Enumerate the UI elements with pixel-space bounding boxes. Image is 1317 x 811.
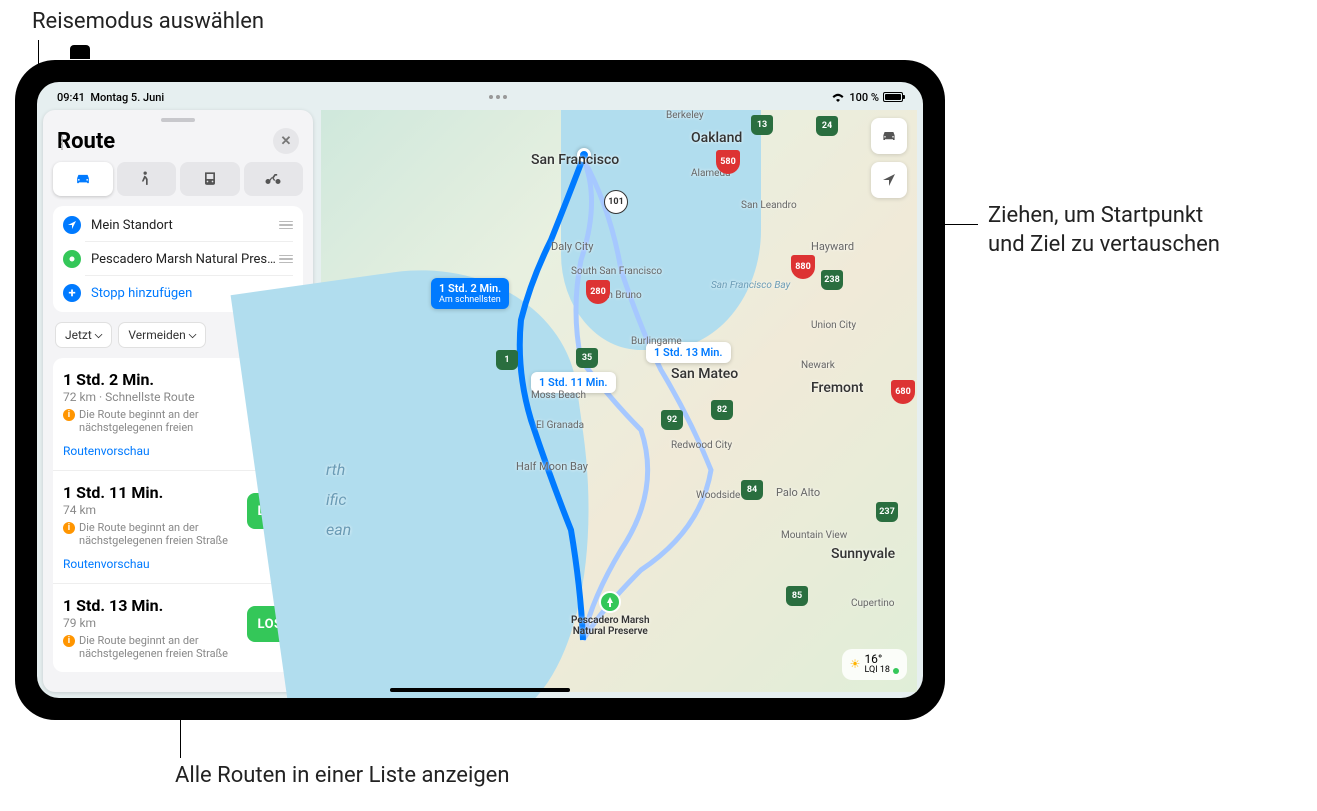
destination-pin-icon [599,591,621,613]
shield-i880: 880 [791,255,815,279]
destination-label: Pescadero Marsh Natural Preserve [571,615,650,637]
map-label-southsf: South San Francisco [571,266,662,277]
weather-widget[interactable]: ☀ 16° LQI 18 [842,649,907,680]
air-quality: LQI 18 [864,666,899,676]
callout-list: Alle Routen in einer Liste anzeigen [175,762,510,791]
ipad-frame: 09:41 Montag 5. Juni 100 % Route ✕ [15,60,945,720]
route-badge-primary[interactable]: 1 Std. 2 Min. Am schnellsten [431,278,509,309]
shield-us101: 101 [604,190,628,214]
waypoint-start-label: Mein Standort [91,218,279,233]
shield-ca237: 237 [876,502,898,522]
route-preview-link[interactable]: Routenvorschau [63,557,293,571]
locate-me-button[interactable] [871,162,907,198]
mode-tab-bike[interactable] [244,162,304,196]
map-label-mtview: Mountain View [781,530,847,541]
location-arrow-icon [881,172,897,188]
shield-i680: 680 [891,380,915,404]
location-icon [63,216,81,234]
drag-handle-icon[interactable] [279,255,293,264]
mode-tab-walk[interactable] [117,162,177,196]
map-label: Burlingame [631,336,682,347]
waypoint-start[interactable]: Mein Standort [53,208,303,242]
map-label: Woodside [696,490,740,501]
transit-icon [200,169,220,189]
map-label-sunnyvale: Sunnyvale [831,546,895,562]
shield-ca82: 82 [711,400,733,420]
destination-icon [63,250,81,268]
waypoint-destination[interactable]: Pescadero Marsh Natural Pres… [53,242,303,276]
map-label-oakland: Oakland [691,130,742,146]
route-item[interactable]: 1 Std. 13 Min. 79 km i Die Route beginnt… [53,584,303,672]
map-label-sanmateo: San Mateo [671,366,738,382]
shield-i580: 580 [716,150,740,174]
departure-time-button[interactable]: Jetzt [55,322,112,348]
shield-ca1: 1 [496,350,518,370]
walk-icon [136,169,156,189]
waypoint-connector [61,136,63,150]
car-icon [73,169,93,189]
map-label-berkeley: Berkeley [666,110,704,121]
car-icon [879,128,899,144]
map-label: Union City [811,320,856,331]
map-controls [871,118,907,198]
shield-ca35: 35 [576,348,598,368]
close-button[interactable]: ✕ [273,128,299,154]
ipad-screen: 09:41 Montag 5. Juni 100 % Route ✕ [37,82,923,698]
mode-tab-transit[interactable] [180,162,240,196]
map-label: San Leandro [741,200,797,211]
ipad-volume-button [70,45,90,59]
destination-marker[interactable]: Pescadero Marsh Natural Preserve [571,591,650,637]
home-indicator[interactable] [390,688,570,692]
map-label-ocean: ean [326,520,351,539]
map-label-hayward: Hayward [811,240,854,253]
map-label-hmb: Half Moon Bay [516,460,588,473]
shield-ca84: 84 [741,480,763,500]
map-settings-button[interactable] [871,118,907,154]
waypoint-dest-label: Pescadero Marsh Natural Pres… [91,252,279,267]
map-label-daly: Daly City [551,240,593,253]
info-icon: i [63,635,75,647]
shield-ca92: 92 [661,410,683,430]
shield-i280: 280 [586,280,610,304]
info-icon: i [63,409,75,421]
map-label-fremont: Fremont [811,380,863,396]
plus-icon: + [63,284,81,302]
map-label-ocean: ific [326,490,347,509]
sidebar-title: Route [57,129,115,154]
map-label-cupertino: Cupertino [851,598,895,609]
avoid-button[interactable]: Vermeiden [118,322,206,348]
mode-tab-car[interactable] [53,162,113,196]
shield-ca85: 85 [786,586,808,606]
shield-ca238: 238 [821,270,843,290]
drag-handle-icon[interactable] [279,221,293,230]
map-label-mossbeach: Moss Beach [531,390,586,401]
bike-icon [263,169,283,189]
map-label-ocean: rth [326,460,345,479]
map-label-paloalto: Palo Alto [776,486,820,499]
map-label-bay: San Francisco Bay [711,280,790,291]
shield-ca24: 24 [816,116,838,136]
callout-drag: Ziehen, um Startpunkt und Ziel zu vertau… [988,202,1220,259]
map-label-redwood: Redwood City [671,440,732,451]
callout-mode: Reisemodus auswählen [32,8,264,37]
map-label: Newark [801,360,835,371]
map-label-elgranada: El Granada [536,420,584,431]
map-label-sf: San Francisco [531,152,619,168]
sheet-grabber[interactable] [161,118,195,122]
shield-ca13: 13 [751,115,773,135]
sun-icon: ☀ [850,657,861,671]
map-canvas[interactable]: 1 Std. 2 Min. Am schnellsten 1 Std. 11 M… [321,110,917,692]
info-icon: i [63,522,75,534]
transport-mode-tabs [53,162,303,196]
